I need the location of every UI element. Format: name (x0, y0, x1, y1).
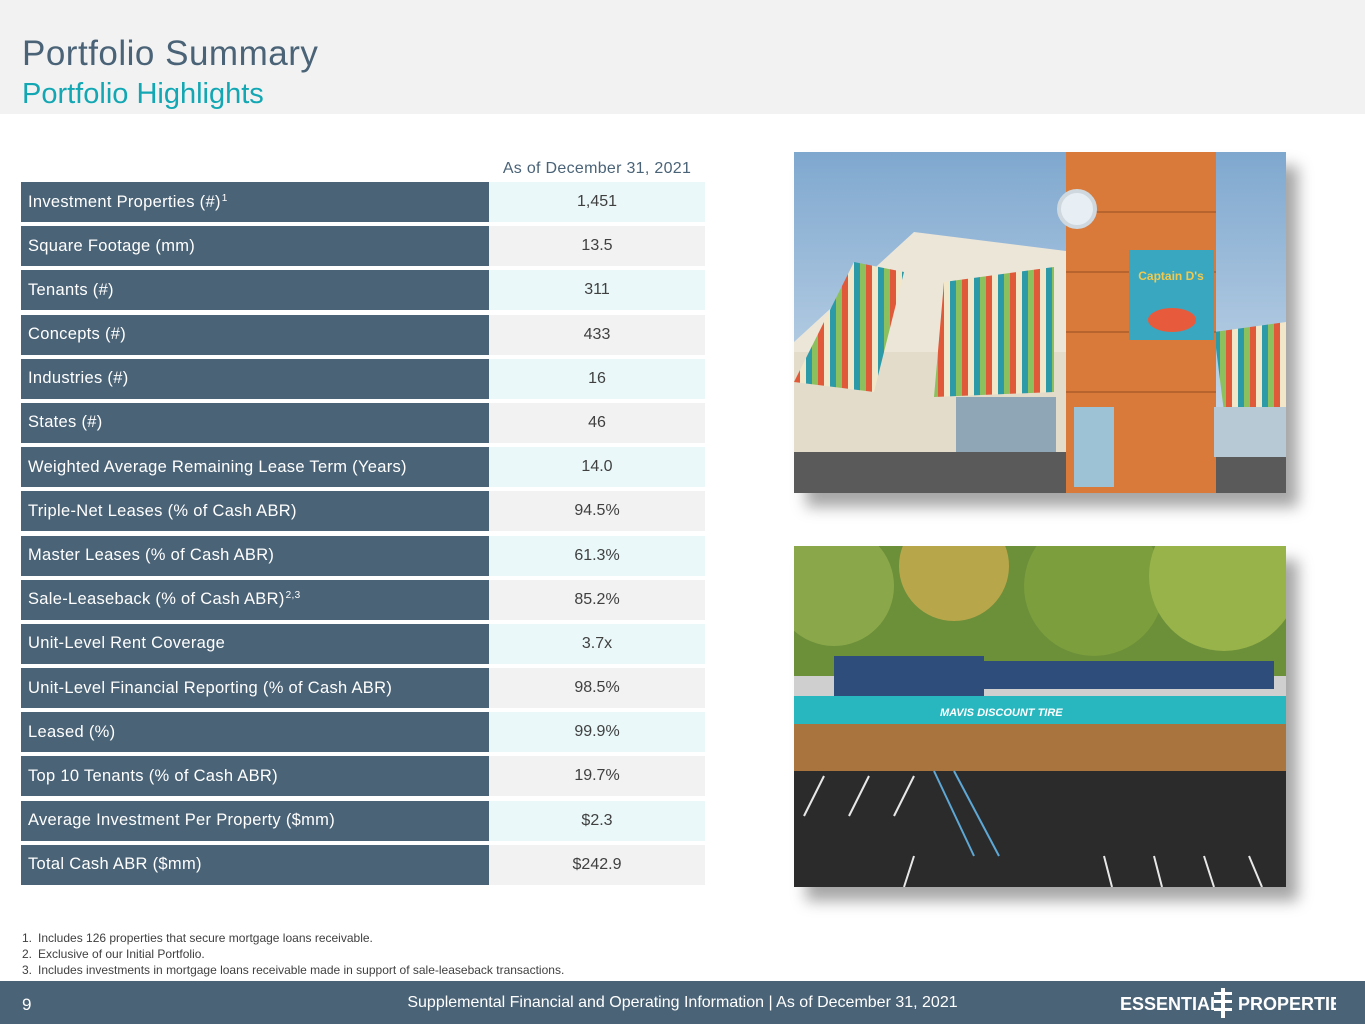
row-label: Square Footage (mm) (21, 226, 489, 267)
row-label-text: Unit-Level Rent Coverage (28, 634, 226, 653)
table-row: Top 10 Tenants (% of Cash ABR) 19.7% (21, 756, 705, 797)
row-value: 3.7x (489, 623, 705, 664)
footnote: 1. Includes 126 properties that secure mo… (22, 930, 564, 946)
table-row: Leased (%) 99.9% (21, 712, 705, 753)
footnote-number: 3. (22, 963, 33, 977)
table-row: Master Leases (% of Cash ABR) 61.3% (21, 535, 705, 576)
row-label-text: Sale-Leaseback (% of Cash ABR) (28, 590, 285, 609)
row-label: Industries (#) (21, 358, 489, 399)
table-row: Concepts (#) 433 (21, 314, 705, 355)
svg-text:PROPERTIES: PROPERTIES (1238, 994, 1336, 1014)
row-value: $242.9 (489, 844, 705, 885)
restaurant-photo: Captain D's (794, 152, 1286, 493)
table-row: Weighted Average Remaining Lease Term (Y… (21, 447, 705, 488)
row-value: 19.7% (489, 756, 705, 797)
table-row: Total Cash ABR ($mm) $242.9 (21, 844, 705, 885)
row-label-text: Weighted Average Remaining Lease Term (Y… (28, 457, 407, 476)
row-label: Concepts (#) (21, 314, 489, 355)
row-value: 13.5 (489, 226, 705, 267)
row-label: Tenants (#) (21, 270, 489, 311)
row-value: 433 (489, 314, 705, 355)
row-label-text: Tenants (#) (28, 280, 114, 299)
row-label-text: Leased (%) (28, 722, 116, 741)
footnote-ref: 2,3 (285, 590, 301, 602)
row-label-text: Industries (#) (28, 369, 129, 388)
row-label: States (#) (21, 402, 489, 443)
table-row: Tenants (#) 311 (21, 270, 705, 311)
footnote-number: 1. (22, 931, 33, 945)
table-row: Triple-Net Leases (% of Cash ABR) 94.5% (21, 491, 705, 532)
svg-text:ESSENTIAL: ESSENTIAL (1120, 994, 1221, 1014)
table-row: Sale-Leaseback (% of Cash ABR) 2,3 85.2% (21, 579, 705, 620)
row-label: Average Investment Per Property ($mm) (21, 800, 489, 841)
row-label-text: Investment Properties (#) (28, 192, 221, 211)
row-label-text: States (#) (28, 413, 103, 432)
row-value: 94.5% (489, 491, 705, 532)
table-column-header: As of December 31, 2021 (502, 160, 692, 177)
row-value: 14.0 (489, 447, 705, 488)
row-label-text: Average Investment Per Property ($mm) (28, 811, 335, 830)
row-value: 311 (489, 270, 705, 311)
footnotes: 1. Includes 126 properties that secure mo… (22, 930, 564, 978)
table-row: Square Footage (mm) 13.5 (21, 226, 705, 267)
footnote-text: Exclusive of our Initial Portfolio. (38, 947, 205, 961)
footnote: 3. Includes investments in mortgage loans… (22, 962, 564, 978)
row-label-text: Square Footage (mm) (28, 236, 196, 255)
row-label: Triple-Net Leases (% of Cash ABR) (21, 491, 489, 532)
page-footer: 9 Supplemental Financial and Operating I… (0, 981, 1365, 1024)
page-subtitle: Portfolio Highlights (22, 78, 264, 110)
row-label-text: Concepts (#) (28, 325, 127, 344)
page-header: Portfolio Summary Portfolio Highlights (0, 0, 1365, 114)
row-label-text: Triple-Net Leases (% of Cash ABR) (28, 501, 297, 520)
row-value: 16 (489, 358, 705, 399)
row-label: Investment Properties (#) 1 (21, 182, 489, 222)
footnote-text: Includes investments in mortgage loans r… (38, 963, 565, 977)
table-row: Unit-Level Financial Reporting (% of Cas… (21, 668, 705, 709)
row-label-text: Top 10 Tenants (% of Cash ABR) (28, 766, 278, 785)
row-label: Sale-Leaseback (% of Cash ABR) 2,3 (21, 579, 489, 620)
footnote-text: Includes 126 properties that secure mort… (38, 931, 373, 945)
footnote: 2. Exclusive of our Initial Portfolio. (22, 946, 564, 962)
row-value: 61.3% (489, 535, 705, 576)
row-label-text: Master Leases (% of Cash ABR) (28, 546, 275, 564)
row-label: Weighted Average Remaining Lease Term (Y… (21, 447, 489, 488)
row-label: Unit-Level Rent Coverage (21, 623, 489, 664)
table-row: Average Investment Per Property ($mm) $2.… (21, 800, 705, 841)
portfolio-highlights-table: Investment Properties (#) 1 1,451 Square Fo… (21, 182, 705, 889)
row-label-text: Total Cash ABR ($mm) (28, 855, 202, 874)
tire-sign-text: MAVIS DISCOUNT TIRE (940, 707, 1063, 719)
row-value: 99.9% (489, 712, 705, 753)
row-label: Top 10 Tenants (% of Cash ABR) (21, 756, 489, 797)
row-value: 98.5% (489, 668, 705, 709)
table-row: States (#) 46 (21, 402, 705, 443)
table-row: Unit-Level Rent Coverage 3.7x (21, 623, 705, 664)
row-value: 1,451 (489, 182, 705, 222)
table-row: Investment Properties (#) 1 1,451 (21, 182, 705, 222)
footnote-ref: 1 (221, 192, 228, 204)
table-row: Industries (#) 16 (21, 358, 705, 399)
tire-shop-photo: MAVIS DISCOUNT TIRE (794, 546, 1286, 887)
row-value: 46 (489, 402, 705, 443)
row-label-text: Unit-Level Financial Reporting (% of Cas… (28, 678, 393, 697)
page-title: Portfolio Summary (22, 34, 319, 73)
row-label: Total Cash ABR ($mm) (21, 844, 489, 885)
row-label: Unit-Level Financial Reporting (% of Cas… (21, 668, 489, 709)
row-value: $2.3 (489, 800, 705, 841)
row-label: Leased (%) (21, 712, 489, 753)
restaurant-sign-text: Captain D's (1138, 269, 1204, 283)
row-value: 85.2% (489, 579, 705, 620)
row-label: Master Leases (% of Cash ABR) (21, 535, 489, 576)
essential-properties-logo: ESSENTIAL PROPERTIES (1120, 988, 1336, 1018)
footnote-number: 2. (22, 947, 33, 961)
